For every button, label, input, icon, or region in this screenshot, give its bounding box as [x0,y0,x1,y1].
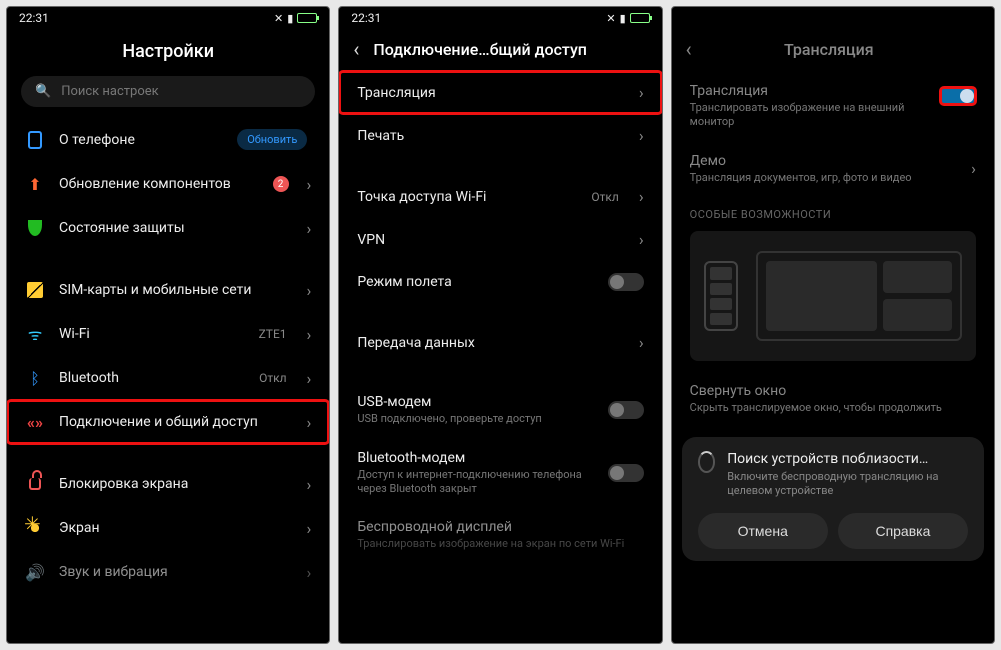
spinner-icon [698,451,716,473]
search-subtitle: Включите беспроводную трансляцию на целе… [727,470,968,499]
phone-icon [28,131,42,149]
shield-icon [28,220,42,236]
statusbar: 22:31 ✕ ▮ [339,7,661,29]
update-count-badge: 2 [273,176,289,192]
row-lock-screen[interactable]: Блокировка экрана › [7,462,329,506]
chevron-right-icon: › [307,219,312,238]
help-button[interactable]: Справка [838,513,968,549]
row-vpn[interactable]: VPN › [339,218,661,261]
bluetooth-icon: ᛒ [25,368,45,388]
chevron-right-icon: › [307,281,312,300]
dnd-icon: ✕ [274,12,283,25]
chevron-right-icon: › [639,333,644,352]
row-data-transfer[interactable]: Передача данных › [339,321,661,364]
chevron-right-icon: › [307,369,312,388]
screen-connection-sharing: 22:31 ✕ ▮ ‹ Подключение…бщий доступ Тран… [338,6,662,644]
search-placeholder: Поиск настроек [61,84,159,99]
back-button[interactable]: ‹ [686,39,692,59]
arrow-up-icon: ⬆ [25,174,45,194]
usb-tether-toggle[interactable] [608,401,644,419]
row-sound[interactable]: 🔊 Звук и вибрация › [7,550,329,594]
bt-tether-toggle[interactable] [608,464,644,482]
screen-cast: ‹ Трансляция Трансляция Транслировать из… [671,6,995,644]
statusbar: 22:31 ✕ ▮ [7,7,329,29]
row-bluetooth[interactable]: ᛒ Bluetooth Откл › [7,356,329,400]
page-title: Настройки [7,29,329,76]
row-component-updates[interactable]: ⬆ Обновление компонентов 2 › [7,162,329,206]
airplane-toggle[interactable] [608,273,644,291]
update-pill[interactable]: Обновить [237,129,307,150]
row-about-phone[interactable]: О телефоне Обновить [7,117,329,162]
row-print[interactable]: Печать › [339,114,661,157]
status-time: 22:31 [19,11,49,25]
share-icon: «» [25,412,45,432]
back-button[interactable]: ‹ [353,39,359,59]
search-title: Поиск устройств поблизости… [727,451,968,467]
row-hotspot[interactable]: Точка доступа Wi-Fi Откл › [339,175,661,218]
search-devices-card: Поиск устройств поблизости… Включите бес… [682,437,984,561]
row-airplane-mode[interactable]: Режим полета [339,261,661,303]
statusbar [672,7,994,29]
hotspot-value: Откл [591,190,618,204]
header: ‹ Трансляция [672,29,994,71]
row-wireless-display[interactable]: Беспроводной дисплей Транслировать изобр… [339,507,661,563]
row-cast[interactable]: Трансляция › [339,71,661,114]
wifi-value: ZTE1 [259,327,287,341]
chevron-right-icon: › [639,83,644,102]
chevron-right-icon: › [307,413,312,432]
page-title: Трансляция [706,40,952,59]
sun-icon [28,521,42,535]
cancel-button[interactable]: Отмена [698,513,828,549]
chevron-right-icon: › [307,519,312,538]
wifi-icon: ᯤ [25,324,45,344]
header: ‹ Подключение…бщий доступ [339,29,661,71]
battery-icon [297,13,317,23]
row-demo[interactable]: Демо Трансляция документов, игр, фото и … [672,141,994,197]
sim-icon [27,282,43,298]
row-bt-tether[interactable]: Bluetooth-модем Доступ к интернет-подклю… [339,438,661,508]
cast-phone-icon [704,261,738,331]
row-display[interactable]: Экран › [7,506,329,550]
page-title: Подключение…бщий доступ [373,40,647,59]
row-cast-toggle[interactable]: Трансляция Транслировать изображение на … [672,71,994,141]
search-icon: 🔍 [35,84,51,99]
chevron-right-icon: › [307,475,312,494]
row-wifi[interactable]: ᯤ Wi-Fi ZTE1 › [7,312,329,356]
chevron-right-icon: › [307,175,312,194]
chevron-right-icon: › [639,126,644,145]
row-security-status[interactable]: Состояние защиты › [7,206,329,250]
chevron-right-icon: › [639,230,644,249]
signal-icon: ▮ [620,12,626,25]
battery-icon [630,13,650,23]
status-time: 22:31 [351,11,381,25]
signal-icon: ▮ [287,12,293,25]
cast-illustration [690,231,976,361]
row-connection-sharing[interactable]: «» Подключение и общий доступ › [7,400,329,444]
row-sim-networks[interactable]: SIM-карты и мобильные сети › [7,268,329,312]
chevron-right-icon: › [971,159,976,178]
chevron-right-icon: › [307,563,312,582]
dnd-icon: ✕ [606,12,615,25]
chevron-right-icon: › [639,187,644,206]
chevron-right-icon: › [307,325,312,344]
section-special: ОСОБЫЕ ВОЗМОЖНОСТИ [672,196,994,225]
cast-screen-icon [756,251,962,341]
lock-icon [29,478,41,490]
row-minimize-window[interactable]: Свернуть окно Скрыть транслируемое окно,… [672,371,994,427]
bluetooth-value: Откл [259,371,286,385]
speaker-icon: 🔊 [25,562,45,582]
row-usb-tether[interactable]: USB-модем USB подключено, проверьте дост… [339,382,661,438]
settings-search[interactable]: 🔍 Поиск настроек [21,76,315,107]
cast-toggle[interactable] [940,87,976,105]
screen-settings: 22:31 ✕ ▮ Настройки 🔍 Поиск настроек О т… [6,6,330,644]
